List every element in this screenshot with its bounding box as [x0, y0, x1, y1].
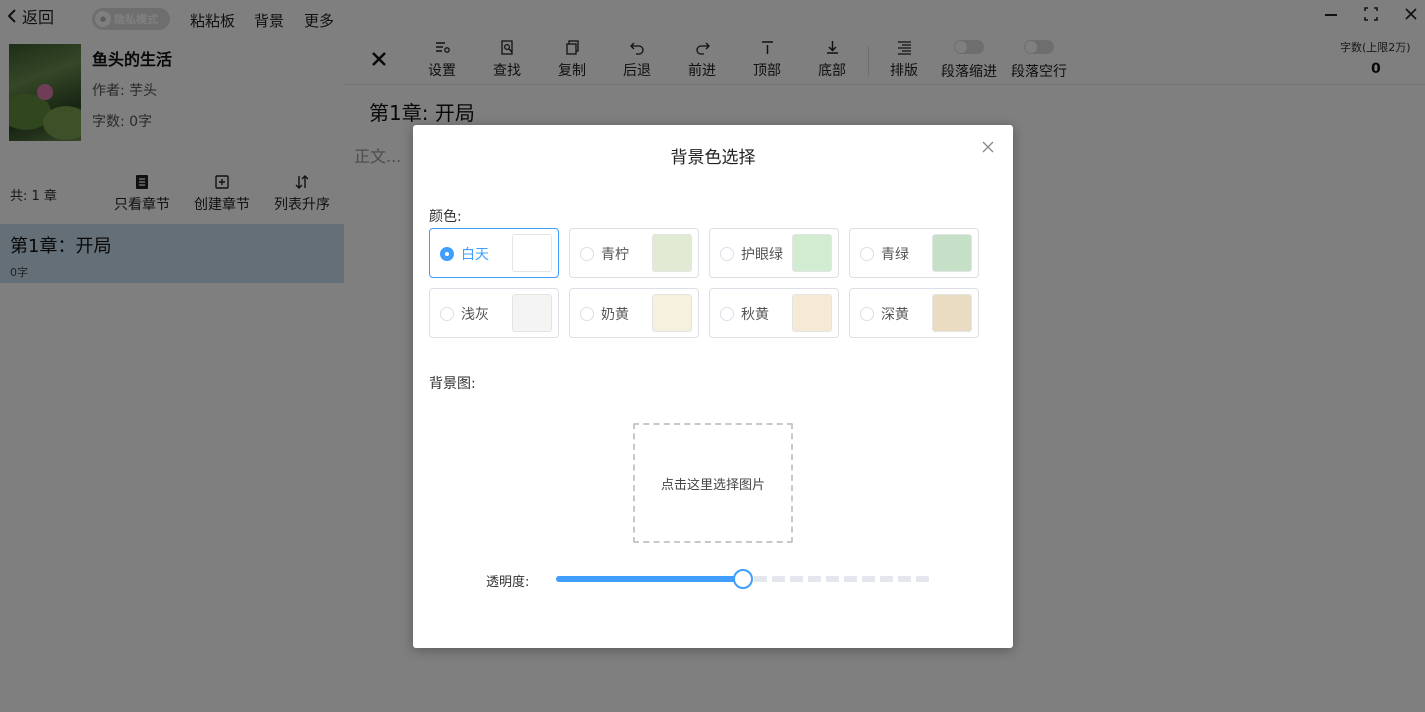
color-preview-chip [512, 234, 552, 272]
color-option[interactable]: 秋黄 [709, 288, 839, 338]
radio-button[interactable] [440, 307, 454, 321]
color-option-label: 白天 [461, 247, 489, 263]
color-preview-chip [652, 234, 692, 272]
image-upload-area[interactable]: 点击这里选择图片 [633, 423, 793, 543]
color-option[interactable]: 白天 [429, 228, 559, 278]
color-option-label: 青绿 [881, 247, 909, 263]
color-option[interactable]: 护眼绿 [709, 228, 839, 278]
color-option-label: 浅灰 [461, 307, 489, 323]
color-preview-chip [932, 294, 972, 332]
color-preview-chip [652, 294, 692, 332]
background-color-dialog: 背景色选择 颜色: 白天 青柠 护眼绿 青绿浅灰 奶黄 秋黄 深黄 背景图: 点击这里选择图… [413, 125, 1013, 648]
color-option-label: 护眼绿 [741, 247, 783, 263]
dialog-title: 背景色选择 [670, 148, 756, 168]
close-icon [982, 141, 994, 153]
radio-button[interactable] [720, 307, 734, 321]
slider-handle[interactable] [733, 569, 753, 589]
color-section-label: 颜色: [429, 209, 462, 225]
radio-button[interactable] [860, 307, 874, 321]
color-option-label: 深黄 [881, 307, 909, 323]
radio-button[interactable] [580, 247, 594, 261]
color-option[interactable]: 奶黄 [569, 288, 699, 338]
color-option[interactable]: 浅灰 [429, 288, 559, 338]
color-preview-chip [792, 234, 832, 272]
color-preview-chip [792, 294, 832, 332]
background-image-label: 背景图: [429, 376, 476, 392]
slider-fill [556, 576, 743, 582]
color-option[interactable]: 青柠 [569, 228, 699, 278]
color-option-label: 青柠 [601, 247, 629, 263]
radio-button[interactable] [580, 307, 594, 321]
radio-button[interactable] [860, 247, 874, 261]
color-preview-chip [512, 294, 552, 332]
color-option-label: 秋黄 [741, 307, 769, 323]
opacity-label: 透明度: [486, 575, 530, 590]
radio-button[interactable] [720, 247, 734, 261]
color-option-label: 奶黄 [601, 307, 629, 323]
color-preview-chip [932, 234, 972, 272]
color-swatch-grid: 白天 青柠 护眼绿 青绿浅灰 奶黄 秋黄 深黄 [429, 228, 981, 338]
radio-button[interactable] [440, 247, 454, 261]
dialog-close-button[interactable] [981, 139, 995, 153]
color-option[interactable]: 深黄 [849, 288, 979, 338]
color-option[interactable]: 青绿 [849, 228, 979, 278]
opacity-slider[interactable] [556, 569, 930, 589]
upload-hint: 点击这里选择图片 [660, 477, 765, 493]
